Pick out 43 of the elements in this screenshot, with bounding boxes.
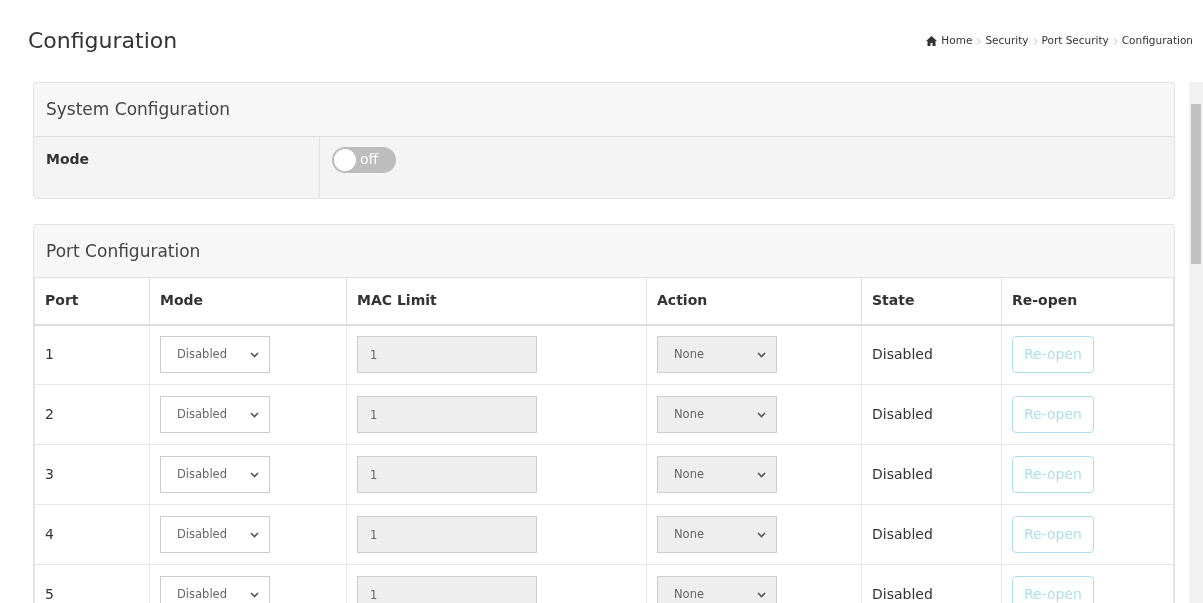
column-header: Port [34, 277, 150, 325]
column-header: Re-open [1001, 277, 1174, 325]
column-header: State [861, 277, 1002, 325]
breadcrumb-link[interactable]: Port Security [1041, 33, 1109, 49]
chevron-icon [250, 471, 259, 478]
table-cell: 2 [34, 384, 150, 445]
chevron-icon [250, 591, 259, 598]
scrollbar[interactable] [1189, 82, 1203, 603]
panel-title: System Configuration [45, 98, 232, 121]
breadcrumb-link[interactable]: Home [941, 33, 973, 49]
mode-dropdown[interactable]: Disabled [160, 516, 270, 553]
breadcrumb-current: Configuration [1121, 33, 1193, 49]
field-label: Mode [34, 136, 320, 198]
table-cell: Disabled [861, 504, 1002, 565]
page-title: Configuration [28, 27, 178, 55]
chevron-icon [250, 351, 259, 358]
chevron-icon [757, 351, 766, 358]
chevron-icon [757, 591, 766, 598]
mode-dropdown[interactable]: Disabled [160, 456, 270, 493]
chevron-icon [757, 471, 766, 478]
table-cell: 3 [34, 444, 150, 505]
chevron-icon [250, 411, 259, 418]
column-header: Action [646, 277, 862, 325]
panel-title: Port Configuration [45, 239, 202, 263]
separator-icon [1032, 37, 1038, 45]
separator-icon [1112, 37, 1118, 45]
mode-dropdown[interactable]: Disabled [160, 336, 270, 374]
table-cell: 1 [34, 324, 150, 385]
table-cell: 5 [34, 564, 150, 603]
table-cell: 4 [34, 504, 150, 565]
home-icon [926, 36, 938, 46]
chevron-icon [757, 411, 766, 418]
column-header: MAC Limit [346, 277, 647, 325]
table-cell: Disabled [861, 444, 1002, 505]
table-cell: Disabled [861, 324, 1002, 385]
mode-dropdown[interactable]: Disabled [160, 576, 270, 603]
breadcrumb-link[interactable]: Security [985, 33, 1029, 49]
separator-icon [976, 37, 982, 45]
table-cell: Disabled [861, 384, 1002, 445]
chevron-icon [250, 531, 259, 538]
mode-dropdown[interactable]: Disabled [160, 396, 270, 433]
chevron-icon [757, 531, 766, 538]
column-header: Mode [149, 277, 347, 325]
